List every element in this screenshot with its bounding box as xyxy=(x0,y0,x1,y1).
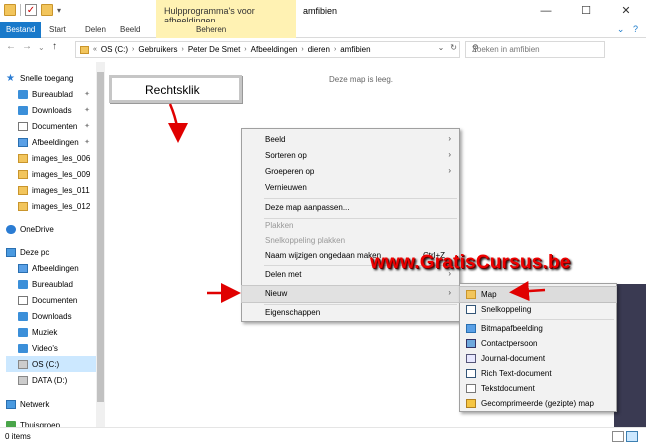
annotation-arrows xyxy=(167,103,546,303)
arrow-to-map xyxy=(509,281,546,302)
items-count: 0 items xyxy=(5,432,31,441)
arrow-to-content xyxy=(167,103,188,143)
status-bar: 0 items xyxy=(0,427,646,446)
view-buttons xyxy=(612,431,638,442)
details-view-icon[interactable] xyxy=(612,431,624,442)
large-icons-view-icon[interactable] xyxy=(626,431,638,442)
